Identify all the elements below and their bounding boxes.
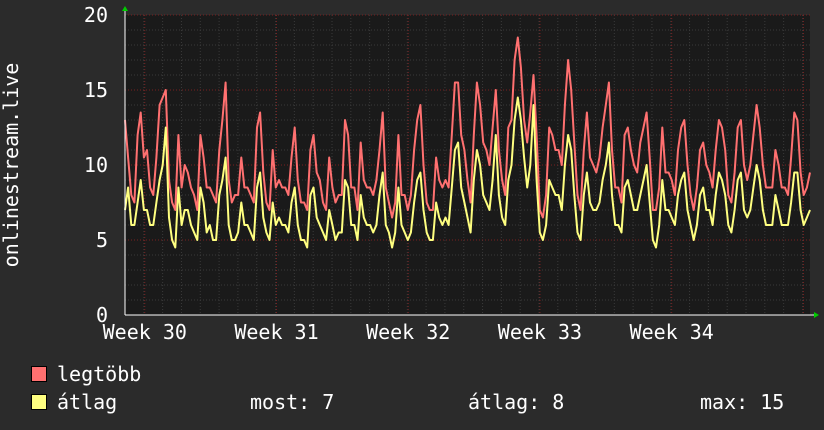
x-axis-arrow-icon: [814, 312, 819, 318]
stat-avg-value: 8: [552, 390, 565, 414]
line-chart: 05101520 Week 30 Week 31 Week 32 Week 33 Wee…: [0, 3, 819, 344]
y-tick-label: 15: [84, 78, 108, 102]
legend-item-max: legtöbb: [31, 362, 141, 386]
x-tick-label: Week 31: [234, 320, 318, 344]
stat-max-label: max:: [700, 390, 749, 414]
stat-max-value: 15: [760, 390, 785, 414]
x-tick-label: Week 30: [103, 320, 187, 344]
y-axis-label: onlinestream.live: [0, 63, 23, 268]
stat-now-value: 7: [322, 390, 335, 414]
chart-panel: 0 5 10 15 20 Week 30 Week 31 Week 32 Week 33 Wee…: [0, 0, 824, 430]
legend-swatch-avg: [31, 394, 47, 410]
x-tick-label: Week 32: [366, 320, 450, 344]
x-tick-label: Week 33: [498, 320, 582, 344]
stat-avg: átlag: 8: [468, 390, 564, 414]
y-tick-labels: 05101520: [84, 3, 108, 327]
legend-label-max: legtöbb: [57, 362, 142, 386]
x-tick-labels: Week 30 Week 31 Week 32 Week 33 Week 34: [103, 320, 714, 344]
stat-avg-label: átlag:: [468, 390, 541, 414]
legend-swatch-max: [31, 366, 47, 382]
legend-item-avg: átlag: [31, 390, 117, 414]
y-tick-label: 10: [84, 153, 108, 177]
y-tick-label: 5: [96, 228, 108, 252]
y-axis-arrow-icon: [122, 6, 128, 11]
stat-now-label: most:: [250, 390, 311, 414]
y-tick-label: 20: [84, 3, 108, 27]
x-tick-label: Week 34: [630, 320, 714, 344]
stat-now: most: 7: [250, 390, 334, 414]
legend-label-avg: átlag: [57, 390, 118, 414]
stat-max: max: 15: [700, 390, 784, 414]
